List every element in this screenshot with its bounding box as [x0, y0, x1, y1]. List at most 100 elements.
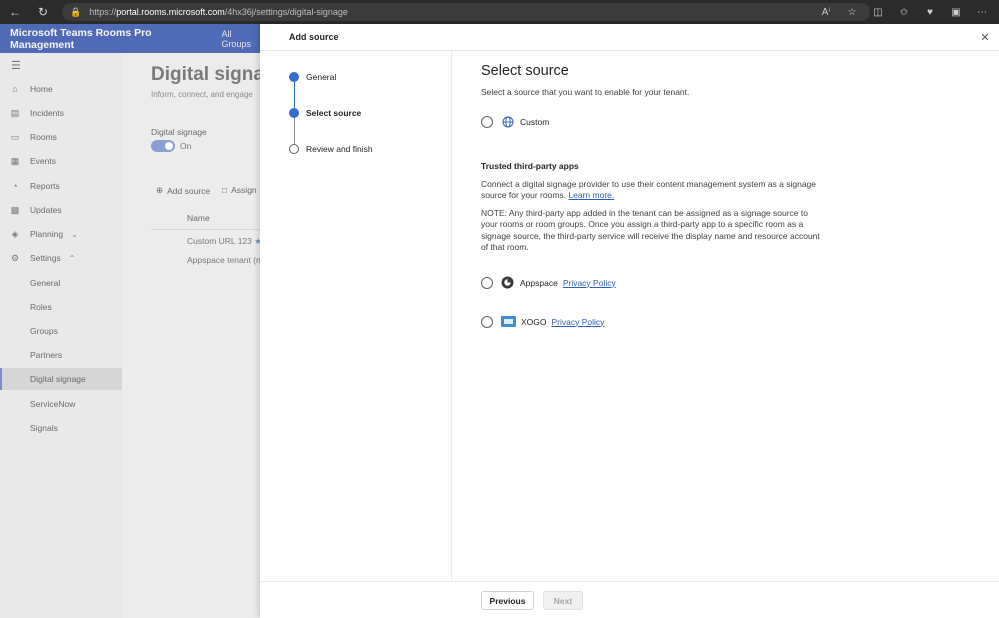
step-current-dot — [289, 108, 299, 118]
nav-sub-signals[interactable]: Signals — [0, 417, 122, 439]
nav-sub-digital-signage[interactable]: Digital signage — [0, 368, 122, 390]
wizard-stepper: General Select source Review and finish — [260, 51, 452, 581]
nav-item-reports[interactable]: ◔ Reports — [0, 175, 122, 197]
url-path: /4hx36j/settings/digital-signage — [224, 7, 348, 17]
xogo-option[interactable]: XOGO Privacy Policy — [481, 315, 604, 328]
app-title: Microsoft Teams Rooms Pro Management — [10, 26, 152, 51]
nav-label: Reports — [30, 181, 60, 191]
nav-item-planning[interactable]: ◈ Planning ⌄ — [0, 223, 122, 245]
address-bar[interactable]: 🔒 https://portal.rooms.microsoft.com/4hx… — [62, 3, 870, 21]
nav-label: General — [30, 278, 61, 288]
nav-sub-groups[interactable]: Groups — [0, 320, 122, 342]
next-button[interactable]: Next — [543, 591, 583, 610]
chevron-down-icon: ⌄ — [71, 229, 78, 239]
add-source-command[interactable]: ⊕ Add source — [156, 185, 210, 196]
hamburger-icon[interactable]: ☰ — [11, 59, 21, 72]
collections-icon[interactable]: ▣ — [947, 3, 965, 21]
nav-item-incidents[interactable]: ▤ Incidents — [0, 102, 122, 124]
connect-text: Connect a digital signage provider to us… — [481, 179, 821, 202]
close-icon[interactable]: ✕ — [977, 29, 993, 45]
section-heading: Select source — [481, 63, 569, 79]
add-source-icon: ⊕ — [156, 185, 164, 195]
favorites-icon[interactable]: ✩ — [895, 3, 913, 21]
custom-radio[interactable] — [481, 115, 493, 128]
nav-label: Partners — [30, 350, 63, 360]
home-icon: ⌂ — [12, 84, 18, 94]
previous-button[interactable]: Previous — [481, 591, 534, 610]
nav-sub-general[interactable]: General — [0, 272, 122, 294]
refresh-icon[interactable]: ↻ — [32, 1, 54, 23]
row-name: Appspace tenant (n — [187, 255, 260, 265]
read-aloud-icon[interactable]: Aⁱ — [817, 3, 835, 21]
left-navigation: ☰ ⌂ Home ▤ Incidents ▭ Rooms ▦ Events ◔ Repor… — [0, 53, 122, 618]
chevron-up-icon: ⌃ — [68, 253, 76, 263]
browser-essentials-icon[interactable]: ♥ — [921, 3, 939, 21]
appspace-radio[interactable] — [481, 276, 493, 289]
assign-icon: □ — [222, 185, 228, 195]
custom-label: Custom — [520, 116, 550, 127]
nav-label: Updates — [30, 205, 62, 215]
xogo-radio[interactable] — [481, 315, 493, 328]
calendar-icon: ▦ — [10, 155, 20, 166]
toggle-label: Digital signage — [151, 127, 207, 137]
reports-icon: ◔ — [12, 181, 18, 191]
step-label: Review and finish — [306, 144, 373, 154]
trusted-apps-title: Trusted third-party apps — [481, 161, 579, 171]
globe-icon — [501, 115, 514, 128]
panel-footer: Previous Next — [260, 581, 999, 618]
table-row[interactable]: Appspace tenant (n — [187, 255, 260, 265]
nav-item-events[interactable]: ▦ Events — [0, 150, 122, 172]
panel-header: Add source ✕ — [260, 24, 999, 51]
incidents-icon: ▤ — [10, 107, 20, 118]
step-general[interactable]: General — [289, 72, 336, 82]
nav-sub-servicenow[interactable]: ServiceNow — [0, 393, 122, 415]
nav-label: Groups — [30, 326, 58, 336]
step-select-source[interactable]: Select source — [289, 108, 361, 118]
nav-label: Home — [30, 84, 53, 94]
appspace-option[interactable]: Appspace Privacy Policy — [481, 276, 616, 289]
nav-label: Settings — [30, 253, 61, 263]
nav-label: ServiceNow — [30, 399, 76, 409]
page-title: Digital signage — [151, 64, 260, 85]
nav-item-updates[interactable]: ▩ Updates — [0, 199, 122, 221]
step-complete-dot — [289, 72, 299, 82]
nav-item-home[interactable]: ⌂ Home — [0, 78, 122, 100]
appspace-privacy-link[interactable]: Privacy Policy — [563, 278, 616, 288]
favorite-star-icon[interactable]: ☆ — [843, 3, 861, 21]
nav-label: Incidents — [30, 108, 65, 118]
nav-item-settings[interactable]: ⚙ Settings ⌃ — [0, 247, 122, 269]
step-review-and-finish[interactable]: Review and finish — [289, 144, 373, 154]
more-icon[interactable]: ⋯ — [973, 3, 991, 21]
nav-item-rooms[interactable]: ▭ Rooms — [0, 126, 122, 148]
nav-sub-roles[interactable]: Roles — [0, 296, 122, 318]
nav-sub-partners[interactable]: Partners — [0, 344, 122, 366]
url-host: portal.rooms.microsoft.com — [116, 7, 225, 17]
digital-signage-toggle[interactable] — [151, 140, 175, 152]
nav-label: Events — [30, 156, 56, 166]
panel-title: Add source — [289, 32, 339, 42]
learn-more-link[interactable]: Learn more. — [568, 190, 614, 200]
column-header-name[interactable]: Name — [187, 213, 210, 223]
updates-icon: ▩ — [10, 204, 20, 215]
section-description: Select a source that you want to enable … — [481, 87, 690, 97]
table-row[interactable]: Custom URL 123 ★ — [187, 236, 260, 247]
group-selector[interactable]: All Groups — [221, 29, 260, 49]
nav-label: Planning — [30, 229, 64, 239]
note-text: NOTE: Any third-party app added in the t… — [481, 208, 820, 252]
page-subtitle: Inform, connect, and engage — [151, 90, 253, 99]
step-connector — [293, 118, 295, 144]
split-screen-icon[interactable]: ◫ — [869, 3, 887, 21]
nav-label: Digital signage — [30, 374, 86, 384]
lock-icon: 🔒 — [70, 6, 82, 17]
back-icon[interactable]: ← — [4, 1, 26, 23]
page-background: Digital signage Inform, connect, and eng… — [122, 53, 260, 618]
row-name: Custom URL 123 — [187, 236, 252, 246]
browser-toolbar: ← ↻ 🔒 https://portal.rooms.microsoft.com… — [0, 0, 999, 24]
xogo-privacy-link[interactable]: Privacy Policy — [552, 317, 605, 327]
assign-command[interactable]: □ Assign — [222, 185, 257, 195]
divider — [151, 229, 260, 230]
step-label: General — [306, 72, 337, 82]
add-source-panel: Add source ✕ General Select source Revie… — [260, 24, 999, 618]
step-pending-dot — [289, 144, 299, 154]
custom-option[interactable]: Custom — [481, 115, 549, 128]
